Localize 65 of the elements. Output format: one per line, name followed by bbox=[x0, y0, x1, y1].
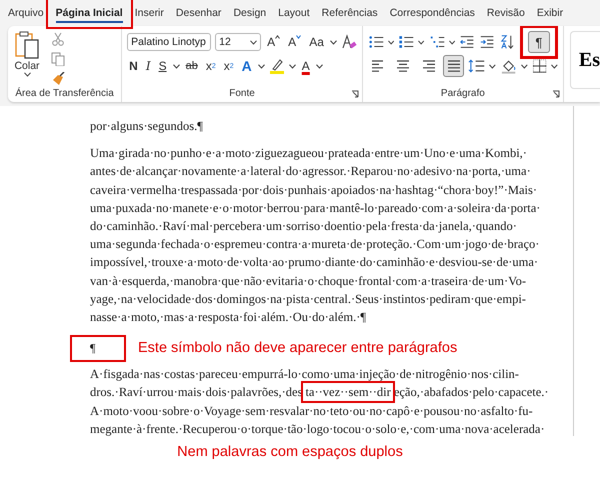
paragraph: por·alguns·segundos.¶ bbox=[90, 118, 204, 135]
ribbon-tab[interactable]: Layout bbox=[272, 1, 316, 25]
caret-icon[interactable] bbox=[24, 72, 30, 77]
align-justify-button[interactable] bbox=[443, 55, 464, 77]
caret-icon[interactable] bbox=[418, 40, 425, 44]
group-label: Parágrafo bbox=[440, 88, 485, 99]
italic-button[interactable]: I bbox=[144, 56, 153, 76]
highlighter-icon[interactable] bbox=[268, 58, 285, 74]
caret-icon[interactable] bbox=[551, 64, 558, 68]
ribbon-tab[interactable]: Referências bbox=[316, 1, 384, 25]
sort-icon[interactable] bbox=[500, 33, 514, 51]
show-marks-button[interactable]: ¶ bbox=[528, 31, 550, 53]
caret-icon[interactable] bbox=[388, 40, 394, 44]
bullet-list-icon[interactable] bbox=[368, 34, 384, 50]
ribbon-tab[interactable]: Desenhar bbox=[170, 1, 228, 25]
text-effects-button[interactable]: A bbox=[240, 56, 254, 76]
superscript-button[interactable]: x$^{2}$ bbox=[222, 56, 236, 76]
caret-icon[interactable] bbox=[448, 40, 456, 44]
caret-icon[interactable] bbox=[258, 64, 265, 68]
multilevel-list-icon[interactable] bbox=[428, 34, 445, 50]
ribbon-tab[interactable]: Correspondências bbox=[384, 1, 481, 25]
paragraph: Uma·girada·no·punho·e·a·moto·ziguezagueou·prateada·entre·um·Uno·e·uma·Kombi,· antes·de·alcançar·novamente·a·lateral·do·agressor.·Reparou·no·adesivo·na·porta,·uma· caveira·vermelha·trespassada·por·dois·punhais·apoiados·na·hashtag·“chora·boy!”·Mais· uma·puxada·no·manete·e·o·motor·berrou·para·mantê-lo·pareado·com·a·soleira·da·porta· do·caminhão.·Raví·mal·percebera·um·sorriso·doentio·pela·fresta·da·janela,·quando· uma·segunda·fechada·o·espremeu·contra·a·mureta·de·proteção.·Com·um·jogo·de·braço· impossível,·trouxe·a·moto·de·volta·ao·prumo·diante·do·caminhão·e·desviou-se·de·uma· van·à·esquerda,·manobra·que·não·evitaria·o·choque·frontal·com·a·traseira·de·um·Vo- yage,·na·velocidade·dos·domingos·na·pista·central.·Seus·instintos·pediram·que·empi- nasse·a·moto,·mas·a·resposta·foi·além.·Ou·do·além.·¶ bbox=[90, 145, 542, 326]
line-spacing-icon[interactable] bbox=[468, 58, 486, 74]
group-label: Fonte bbox=[229, 88, 255, 99]
group-label: Área de Transferência bbox=[15, 88, 114, 99]
clear-formatting-icon[interactable] bbox=[340, 34, 357, 50]
dialog-launcher-icon[interactable] bbox=[552, 90, 560, 98]
font-color-button[interactable]: A bbox=[300, 56, 312, 76]
shrink-font-button[interactable]: A bbox=[286, 32, 304, 52]
ribbon-tab[interactable]: Inserir bbox=[128, 1, 170, 25]
borders-icon[interactable] bbox=[532, 58, 548, 74]
ribbon-tab[interactable]: Design bbox=[227, 1, 272, 25]
decrease-indent-icon[interactable] bbox=[459, 34, 476, 50]
caret-icon[interactable] bbox=[250, 40, 258, 44]
annotation-text: Nem palavras com espaços duplos bbox=[176, 444, 404, 460]
shading-icon[interactable] bbox=[500, 58, 518, 74]
underline-button[interactable]: S bbox=[156, 56, 169, 76]
caret-icon[interactable] bbox=[288, 64, 296, 68]
ribbon-tab[interactable]: Revisão bbox=[480, 1, 531, 25]
style-preview[interactable]: Es bbox=[570, 31, 600, 89]
strikethrough-button[interactable]: ab bbox=[184, 56, 200, 76]
caret-icon[interactable] bbox=[316, 64, 323, 68]
scissors-icon[interactable] bbox=[51, 32, 65, 46]
ribbon-tab[interactable]: Exibir bbox=[530, 1, 570, 25]
numbered-list-icon[interactable] bbox=[398, 34, 414, 50]
dialog-launcher-icon[interactable] bbox=[350, 90, 359, 98]
ribbon-tab[interactable]: Arquivo bbox=[2, 1, 50, 25]
caret-icon[interactable] bbox=[330, 40, 337, 44]
down-chevron-icon bbox=[296, 35, 302, 39]
caret-icon[interactable] bbox=[489, 64, 496, 68]
bold-button[interactable]: N bbox=[127, 56, 140, 76]
up-chevron-icon bbox=[275, 35, 280, 39]
paragraph-mark: ¶ bbox=[70, 334, 126, 362]
paragraph: A·fisgada·nas·costas·pareceu·empurrá-lo·como·uma·injeção·de·nitrogênio·nos·cilin- dros.·Raví·urrou·mais·dois·palavrões,·des ta··vez··sem··dir eção,·abafados·pelo·capacete.· A·moto·voou·sobre·o·Voyage·sem·resvalar·no·teto·ou·no·capô·e·pousou·no·asfalto·fu- megante·à·frente.·Recuperou·o·torque·tão·logo·tocou·o·solo·e,·com·uma·nova·acelerada· bbox=[90, 366, 550, 436]
caret-icon[interactable] bbox=[521, 64, 528, 68]
copy-icon[interactable] bbox=[51, 52, 65, 66]
grow-font-button[interactable]: A bbox=[265, 32, 282, 52]
font-size-field[interactable]: 12 bbox=[215, 33, 262, 51]
format-painter-icon[interactable] bbox=[51, 72, 65, 86]
paste-button[interactable]: Colar bbox=[13, 30, 41, 86]
annotation-text: Este símbolo não deve aparecer entre parágrafos bbox=[138, 340, 458, 356]
font-name-field[interactable]: Palatino Linotyp bbox=[127, 33, 212, 51]
change-case-button[interactable]: Aa bbox=[307, 32, 326, 52]
increase-indent-icon[interactable] bbox=[479, 34, 496, 50]
caret-icon[interactable] bbox=[172, 64, 180, 68]
